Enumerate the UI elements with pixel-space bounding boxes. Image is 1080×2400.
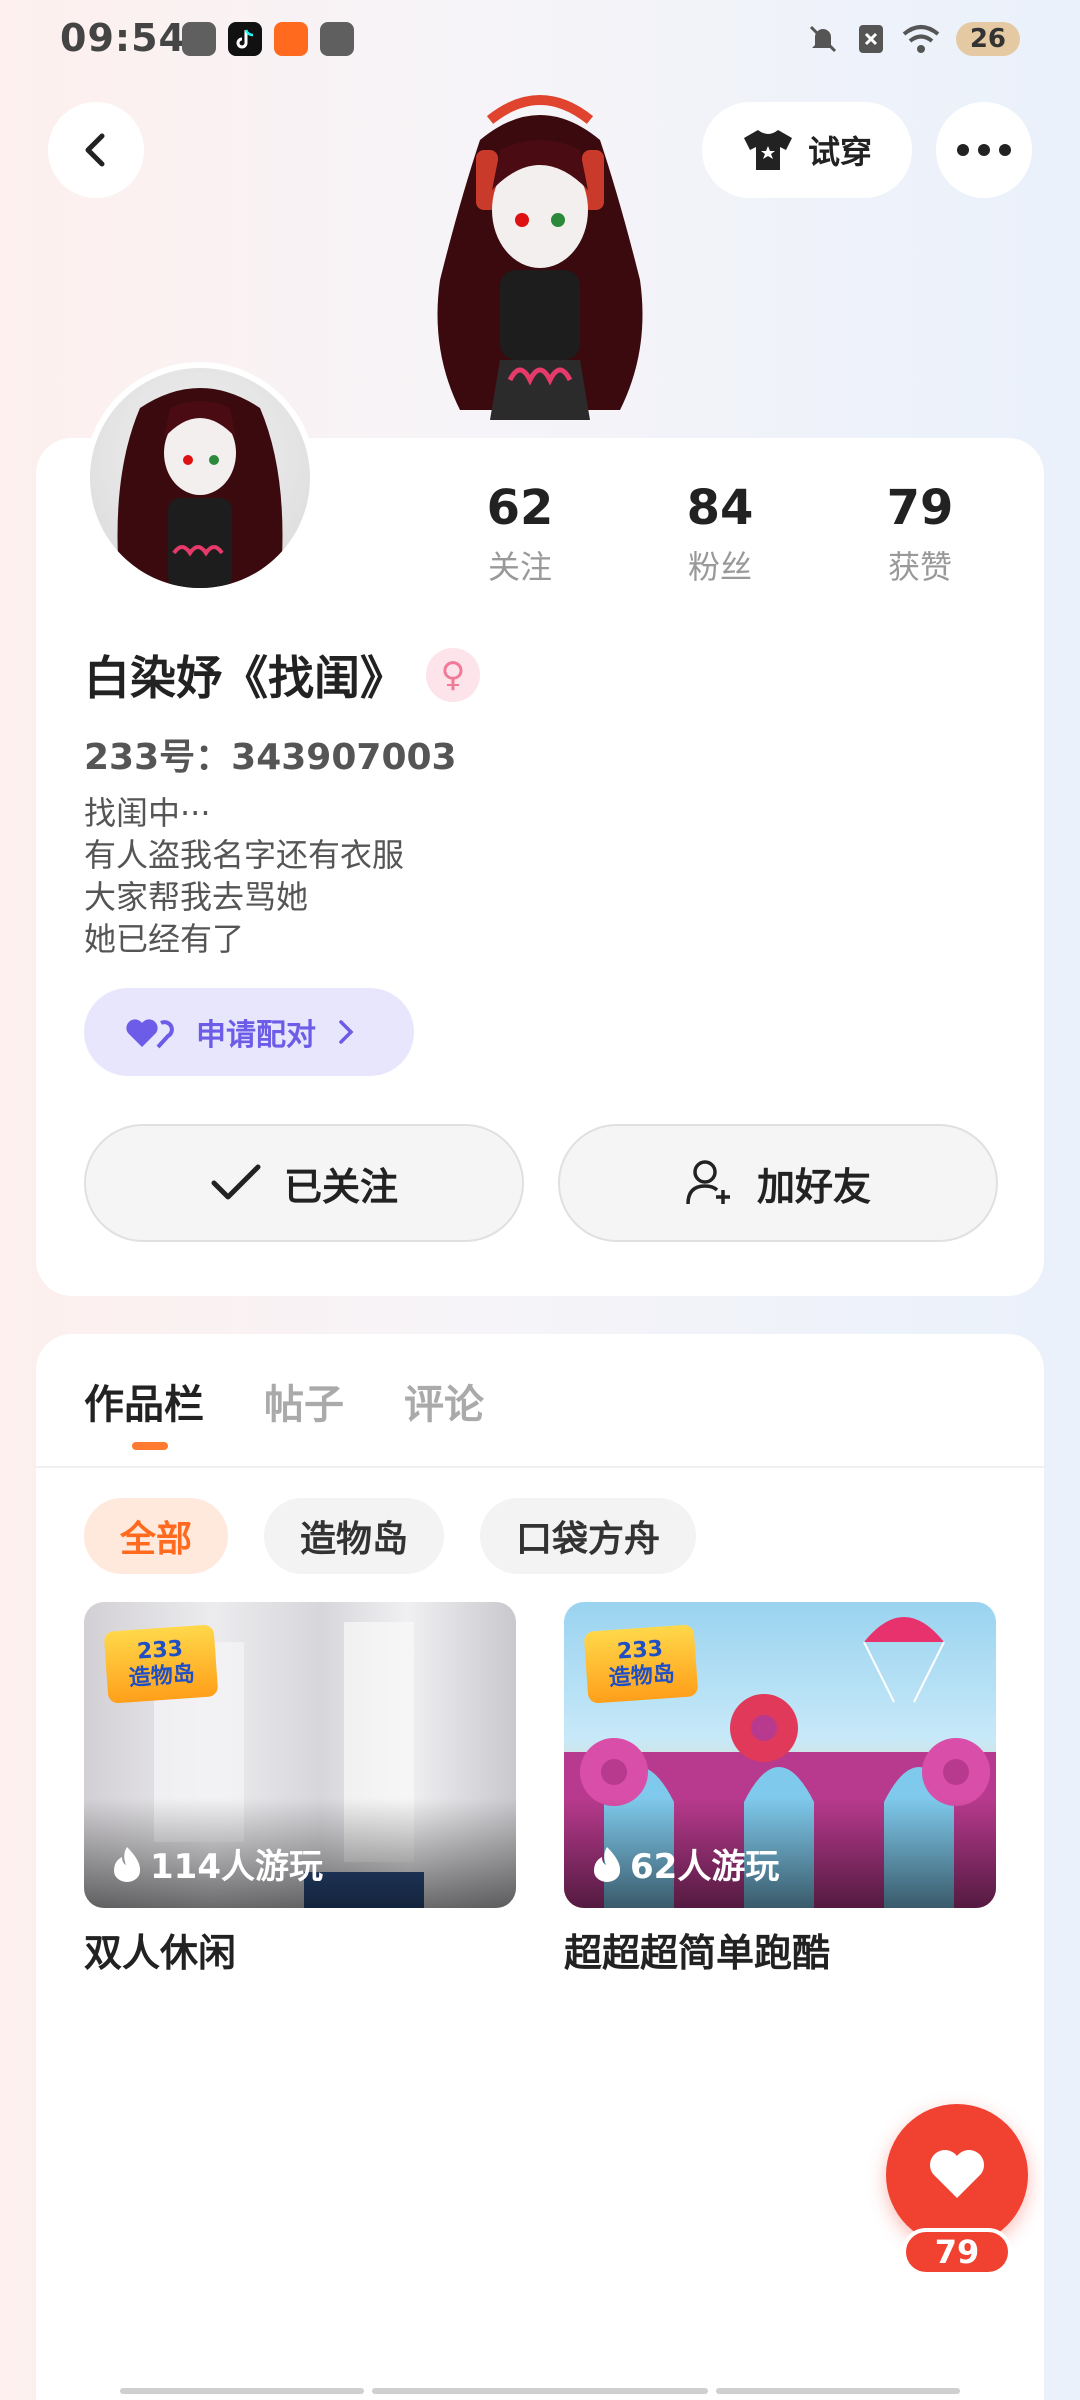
nickname: 白染妤《找闺》 (84, 651, 406, 705)
game-logo: 233 造物岛 (103, 1624, 219, 1704)
bio-line: 她已经有了 (84, 920, 245, 958)
scroll-indicator (372, 2388, 708, 2394)
stat-value: 62 (486, 480, 554, 536)
status-right: 26 (806, 22, 1020, 56)
female-gender-icon: ♀ (426, 648, 480, 702)
chip-creation-island[interactable]: 造物岛 (264, 1498, 445, 1574)
stat-followers[interactable]: 84 粉丝 (620, 480, 820, 588)
stat-label: 关注 (487, 548, 552, 586)
stat-label: 粉丝 (687, 548, 752, 586)
category-chips: 全部 造物岛 口袋方舟 (84, 1498, 697, 1574)
active-tab-indicator (132, 1442, 168, 1450)
mail-icon (320, 22, 354, 56)
play-count: 62人游玩 (592, 1839, 779, 1888)
flame-icon (594, 1846, 621, 1882)
play-count-text: 114人游玩 (150, 1847, 323, 1887)
status-bar: 09:54 26 (0, 0, 1080, 80)
logo-text: 造物岛 (608, 1661, 676, 1692)
game-thumbnail: 233 造物岛 114人游玩 (84, 1602, 516, 1908)
check-icon (211, 1164, 261, 1200)
flame-icon (114, 1846, 141, 1882)
bio-line: 大家帮我去骂她 (84, 878, 309, 916)
try-on-label: 试穿 (807, 133, 872, 171)
stat-likes[interactable]: 79 获赞 (820, 480, 1020, 588)
avatar-3d-figure[interactable] (400, 80, 680, 440)
tabs-divider (36, 1466, 1044, 1468)
double-heart-icon (126, 1019, 174, 1049)
game-logo: 233 造物岛 (583, 1624, 699, 1704)
game-title: 超超超简单跑酷 (564, 1931, 831, 1975)
bio-line: 有人盗我名字还有衣服 (84, 836, 405, 874)
logo-text: 233 (616, 1636, 664, 1665)
followed-button[interactable]: 已关注 (84, 1124, 524, 1242)
logo-text: 233 (136, 1636, 184, 1665)
tab-comments[interactable]: 评论 (404, 1372, 484, 1462)
tab-label: 帖子 (264, 1382, 344, 1428)
more-dots-icon (957, 144, 1011, 156)
add-user-icon (686, 1160, 730, 1205)
play-count: 114人游玩 (112, 1839, 323, 1888)
chip-pocket-ark[interactable]: 口袋方舟 (480, 1498, 697, 1574)
back-arrow-icon (85, 133, 105, 167)
game-card[interactable]: 233 造物岛 62人游玩 超超超简单跑酷 (564, 1602, 996, 1977)
back-button[interactable] (48, 102, 144, 198)
apply-pair-button[interactable]: 申请配对 (84, 988, 414, 1076)
try-on-button[interactable]: 试穿 (702, 102, 912, 198)
play-count-text: 62人游玩 (630, 1847, 780, 1887)
works-tabs: 作品栏 帖子 评论 (84, 1372, 484, 1462)
game-thumbnail: 233 造物岛 62人游玩 (564, 1602, 996, 1908)
wifi-icon (902, 25, 940, 53)
chip-all[interactable]: 全部 (84, 1498, 229, 1574)
user-id[interactable]: 233号：343907003 (84, 728, 457, 780)
bio: 找闺中··· 有人盗我名字还有衣服 大家帮我去骂她 她已经有了 (84, 792, 404, 960)
nickname-row: 白染妤《找闺》 ♀ (84, 642, 480, 708)
tiktok-icon (228, 22, 262, 56)
more-button[interactable] (936, 102, 1032, 198)
stats-row: 62 关注 84 粉丝 79 获赞 (420, 480, 1020, 588)
add-friend-label: 加好友 (756, 1164, 871, 1209)
battery-indicator: 26 (955, 22, 1020, 56)
mute-icon (809, 25, 836, 53)
no-sim-icon (858, 25, 883, 53)
tab-works[interactable]: 作品栏 (84, 1372, 204, 1462)
avatar[interactable] (84, 362, 316, 594)
status-time: 09:54 (60, 16, 186, 60)
chevron-right-icon (339, 1020, 354, 1044)
bio-line: 找闺中··· (84, 794, 211, 832)
scroll-indicator (120, 2388, 364, 2394)
app-notification-icon (274, 22, 308, 56)
stat-label: 获赞 (887, 548, 952, 586)
tab-label: 评论 (404, 1382, 484, 1428)
scroll-indicator (716, 2388, 960, 2394)
heart-icon (930, 2150, 984, 2198)
logo-text: 造物岛 (128, 1661, 196, 1692)
like-button[interactable] (886, 2104, 1028, 2246)
shirt-icon (743, 130, 792, 170)
followed-label: 已关注 (283, 1164, 398, 1209)
add-friend-button[interactable]: 加好友 (558, 1124, 998, 1242)
stat-value: 84 (686, 480, 754, 536)
stat-value: 79 (886, 480, 954, 536)
tab-label: 作品栏 (84, 1382, 204, 1428)
apply-pair-label: 申请配对 (196, 1018, 316, 1053)
tab-posts[interactable]: 帖子 (264, 1372, 344, 1462)
game-card[interactable]: 233 造物岛 114人游玩 双人休闲 (84, 1602, 516, 1977)
game-title: 双人休闲 (84, 1931, 237, 1975)
sim-card-icon (182, 22, 216, 56)
like-count-badge: 79 (902, 2228, 1012, 2276)
stat-following[interactable]: 62 关注 (420, 480, 620, 588)
